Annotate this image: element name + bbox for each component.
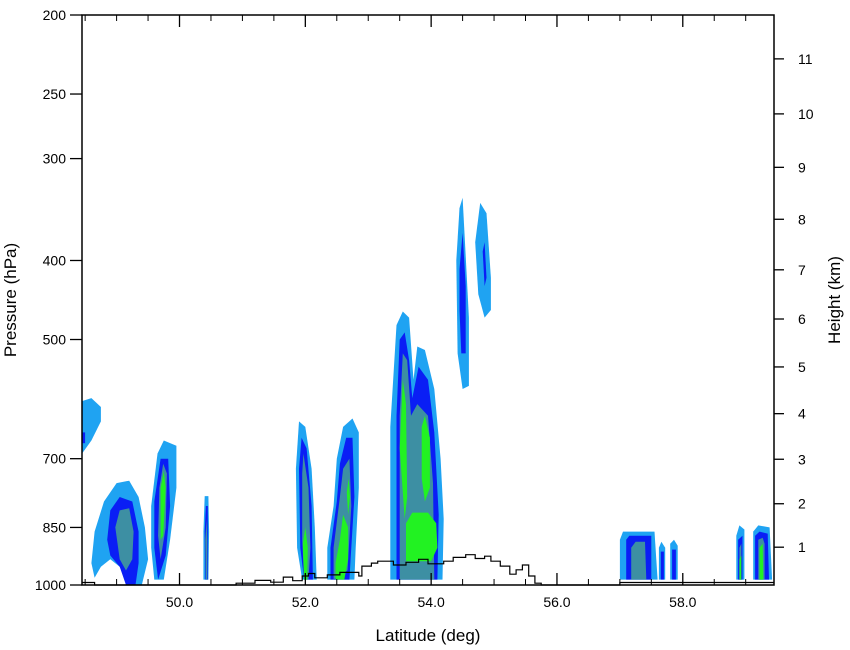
y-right-tick-label: 2 xyxy=(798,496,806,512)
y-axis-right-title: Height (km) xyxy=(825,256,844,344)
y-left-tick-label: 300 xyxy=(43,151,67,167)
y-left-tick-label: 500 xyxy=(43,332,67,348)
contour-fill-level-3 xyxy=(739,555,742,580)
chart: 50.0 52.0 54.0 56.0 58.020025030040050070085… xyxy=(0,0,850,650)
y-axis-left-title: Pressure (hPa) xyxy=(1,243,20,357)
y-right-tick-label: 4 xyxy=(798,406,806,422)
y-right-tick-label: 3 xyxy=(798,451,806,467)
y-right-tick-label: 1 xyxy=(798,539,806,555)
contour-fill-level-3 xyxy=(406,512,438,562)
x-axis-title: Latitude (deg) xyxy=(376,626,481,645)
y-right-tick-label: 6 xyxy=(798,311,806,327)
y-left-tick-label: 200 xyxy=(43,7,67,23)
contour-fill-level-2 xyxy=(631,541,647,580)
x-tick-label: 52.0 xyxy=(292,594,319,610)
y-left-tick-label: 1000 xyxy=(35,577,66,593)
x-tick-label: 56.0 xyxy=(543,594,570,610)
y-right-tick-label: 10 xyxy=(798,106,814,122)
y-left-tick-label: 850 xyxy=(43,519,67,535)
y-left-tick-label: 400 xyxy=(43,252,67,268)
y-left-tick-label: 250 xyxy=(43,86,67,102)
y-right-tick-label: 8 xyxy=(798,211,806,227)
x-tick-label: 58.0 xyxy=(669,594,696,610)
y-right-tick-label: 5 xyxy=(798,359,806,375)
contour-fill-level-1 xyxy=(672,549,676,580)
x-tick-label: 50.0 xyxy=(166,594,193,610)
y-right-tick-label: 9 xyxy=(798,159,806,175)
contour-fill-level-3 xyxy=(759,543,764,580)
y-right-tick-label: 11 xyxy=(798,51,813,67)
y-right-tick-label: 7 xyxy=(798,262,806,278)
contour-fill-level-1 xyxy=(660,551,664,580)
x-tick-label: 54.0 xyxy=(418,594,445,610)
y-left-tick-label: 700 xyxy=(43,451,67,467)
